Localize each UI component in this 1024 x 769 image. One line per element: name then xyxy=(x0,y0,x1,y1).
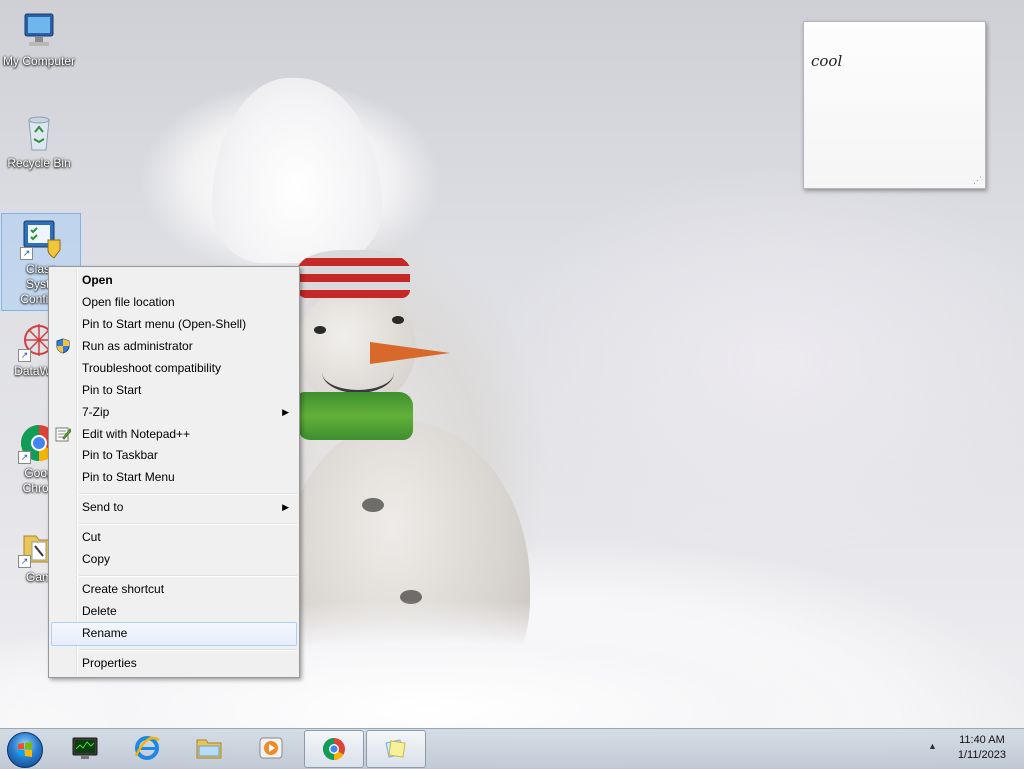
menu-item-label: Troubleshoot compatibility xyxy=(82,361,221,375)
desktop-icon-recycle-bin[interactable]: Recycle Bin xyxy=(0,112,78,171)
menu-item-edit-with-notepadpp[interactable]: Edit with Notepad++ xyxy=(51,423,297,445)
shortcut-arrow-icon: ↗ xyxy=(18,451,31,464)
computer-icon xyxy=(18,10,60,52)
menu-item-cut[interactable]: Cut xyxy=(51,526,297,548)
sticky-note-text[interactable]: cool xyxy=(804,48,985,74)
notepadplusplus-icon xyxy=(55,426,72,442)
menu-item-copy[interactable]: Copy xyxy=(51,548,297,570)
resize-grip-icon[interactable]: ⋰ xyxy=(973,175,982,186)
show-hidden-icons-icon[interactable]: ▲ xyxy=(928,741,937,751)
menu-item-pin-to-start-open-shell[interactable]: Pin to Start menu (Open-Shell) xyxy=(51,313,297,335)
snowman-scarf xyxy=(298,392,413,440)
system-monitor-icon xyxy=(72,736,98,760)
menu-item-troubleshoot-compatibility[interactable]: Troubleshoot compatibility xyxy=(51,357,297,379)
taskbar-button-media-player[interactable] xyxy=(242,730,300,766)
menu-separator xyxy=(79,493,297,495)
menu-item-label: Send to xyxy=(82,500,124,514)
start-button[interactable] xyxy=(6,731,44,768)
desktop-icon-my-computer[interactable]: My Computer xyxy=(0,10,78,69)
clock-time: 11:40 AM xyxy=(959,734,1005,746)
menu-item-properties[interactable]: Properties xyxy=(51,652,297,674)
menu-item-label: Edit with Notepad++ xyxy=(82,427,191,441)
menu-separator xyxy=(79,649,297,651)
snowman-eye xyxy=(392,316,404,324)
menu-separator xyxy=(79,575,297,577)
taskbar-button-sticky-notes[interactable] xyxy=(366,730,426,768)
menu-item-pin-to-start[interactable]: Pin to Start xyxy=(51,379,297,401)
menu-item-label: Open xyxy=(82,273,113,287)
uac-shield-icon xyxy=(55,338,71,354)
menu-item-label: Pin to Start xyxy=(82,383,142,397)
taskbar-button-system-monitor[interactable] xyxy=(56,730,114,766)
internet-explorer-icon xyxy=(134,736,160,760)
media-player-icon xyxy=(258,736,284,760)
menu-item-label: 7-Zip xyxy=(82,405,110,419)
menu-item-create-shortcut[interactable]: Create shortcut xyxy=(51,578,297,600)
sticky-note-header[interactable] xyxy=(804,22,985,48)
menu-item-label: Pin to Taskbar xyxy=(82,448,158,462)
sticky-notes-icon xyxy=(383,737,409,761)
menu-item-label: Pin to Start menu (Open-Shell) xyxy=(82,317,247,331)
snowman-button xyxy=(362,498,384,512)
taskbar-button-chrome[interactable] xyxy=(304,730,364,768)
menu-item-open[interactable]: Open xyxy=(51,269,297,291)
menu-item-open-file-location[interactable]: Open file location xyxy=(51,291,297,313)
sticky-note[interactable]: cool ⋰ xyxy=(803,21,986,189)
shortcut-arrow-icon: ↗ xyxy=(18,555,31,568)
desktop-icon-label: My Computer xyxy=(2,54,76,68)
menu-item-delete[interactable]: Delete xyxy=(51,600,297,622)
clock-date: 1/11/2023 xyxy=(957,749,1006,761)
snowman-hat-band xyxy=(298,250,410,298)
clock[interactable]: 11:40 AM 1/11/2023 xyxy=(958,733,1006,763)
menu-separator xyxy=(79,523,297,525)
file-explorer-icon xyxy=(196,736,222,760)
taskbar-button-file-explorer[interactable] xyxy=(180,730,238,766)
menu-item-rename[interactable]: Rename xyxy=(51,622,297,646)
start-orb-icon xyxy=(7,732,43,768)
chrome-icon xyxy=(321,737,347,761)
snowman-nose xyxy=(370,342,450,364)
menu-item-label: Cut xyxy=(82,530,101,544)
taskbar: ▲ 11:40 AM 1/11/2023 xyxy=(0,728,1024,769)
shortcut-arrow-icon: ↗ xyxy=(18,349,31,362)
menu-item-label: Pin to Start Menu xyxy=(82,470,175,484)
menu-item-label: Create shortcut xyxy=(82,582,165,596)
menu-item-label: Run as administrator xyxy=(82,339,193,353)
menu-item-7zip[interactable]: 7-Zip ▶ xyxy=(51,401,297,423)
menu-item-pin-to-taskbar[interactable]: Pin to Taskbar xyxy=(51,444,297,466)
menu-item-label: Properties xyxy=(82,656,137,670)
menu-item-run-as-administrator[interactable]: Run as administrator xyxy=(51,335,297,357)
recycle-bin-icon xyxy=(18,112,60,154)
menu-item-label: Copy xyxy=(82,552,111,566)
desktop-icon-label: Recycle Bin xyxy=(7,156,71,170)
menu-item-label: Rename xyxy=(82,626,128,640)
shortcut-arrow-icon: ↗ xyxy=(20,247,33,260)
menu-item-send-to[interactable]: Send to ▶ xyxy=(51,496,297,518)
snowman-eye xyxy=(314,326,326,334)
submenu-arrow-icon: ▶ xyxy=(282,407,289,417)
submenu-arrow-icon: ▶ xyxy=(282,502,289,512)
system-config-icon: ↗ xyxy=(20,218,62,260)
menu-item-pin-to-start-menu[interactable]: Pin to Start Menu xyxy=(51,466,297,488)
system-tray: ▲ 11:40 AM 1/11/2023 xyxy=(924,729,1024,769)
snowman-hat xyxy=(212,78,382,263)
context-menu: Open Open file location Pin to Start men… xyxy=(48,266,300,678)
menu-item-label: Delete xyxy=(82,604,117,618)
taskbar-button-internet-explorer[interactable] xyxy=(118,730,176,766)
menu-item-label: Open file location xyxy=(82,295,175,309)
